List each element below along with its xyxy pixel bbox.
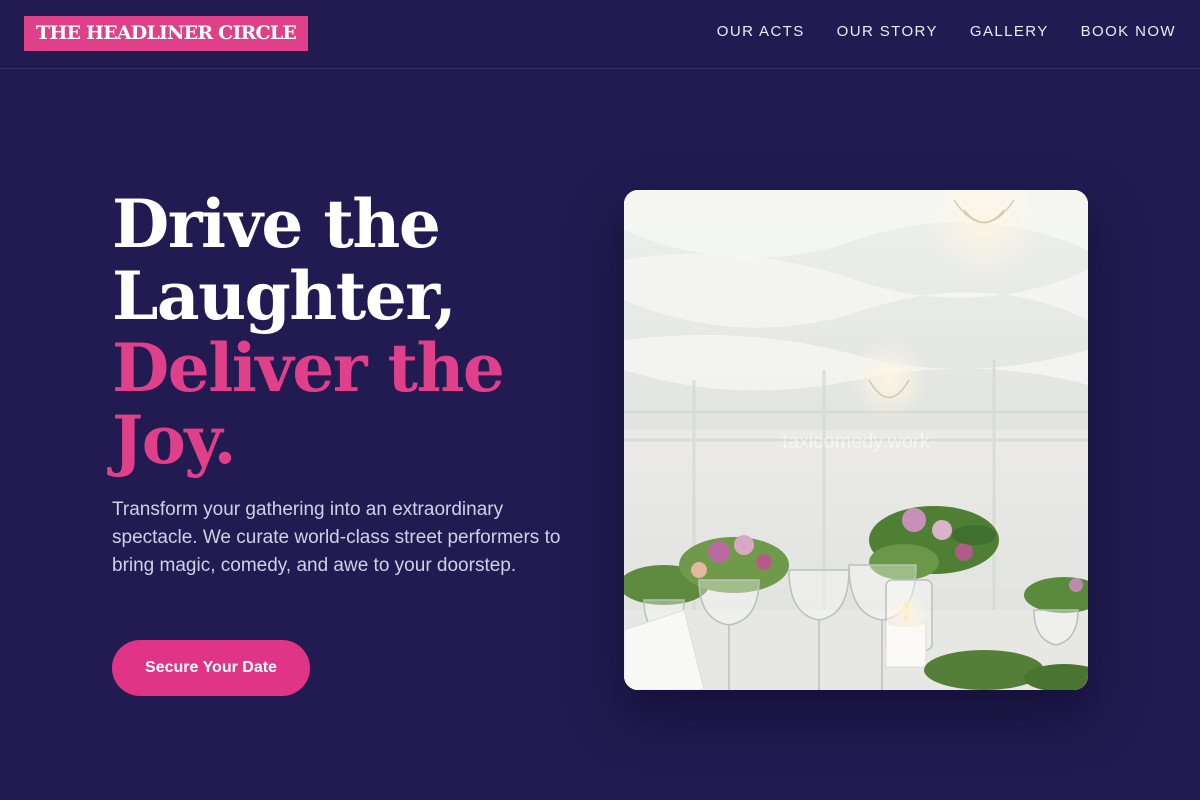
headline-accent-line-2: Joy. (112, 401, 237, 479)
nav-item-book-now[interactable]: BOOK NOW (1081, 22, 1176, 42)
headline-accent-line-1: Deliver the (112, 329, 505, 407)
nav-item-our-acts[interactable]: OUR ACTS (717, 22, 805, 42)
nav-item-gallery[interactable]: GALLERY (970, 22, 1049, 42)
flower-arrangement-right (1024, 577, 1088, 613)
event-photo-illustration: taxicomedy.work (624, 190, 1088, 690)
site-header: THE HEADLINER CIRCLE OUR ACTS OUR STORY … (0, 0, 1200, 69)
main-nav: OUR ACTS OUR STORY GALLERY BOOK NOW (717, 22, 1176, 42)
hero-headline: Drive the Laughter, Deliver the Joy. (112, 188, 582, 476)
headline-line-2: Laughter, (112, 257, 457, 335)
brand-logo[interactable]: THE HEADLINER CIRCLE (24, 16, 309, 51)
secure-your-date-button[interactable]: Secure Your Date (112, 640, 310, 696)
event-table-photo: taxicomedy.work (624, 190, 1088, 690)
headline-line-1: Drive the (112, 185, 441, 263)
hero-subtext: Transform your gathering into an extraor… (112, 499, 561, 576)
photo-watermark: taxicomedy.work (782, 431, 930, 453)
nav-item-our-story[interactable]: OUR STORY (837, 22, 938, 42)
